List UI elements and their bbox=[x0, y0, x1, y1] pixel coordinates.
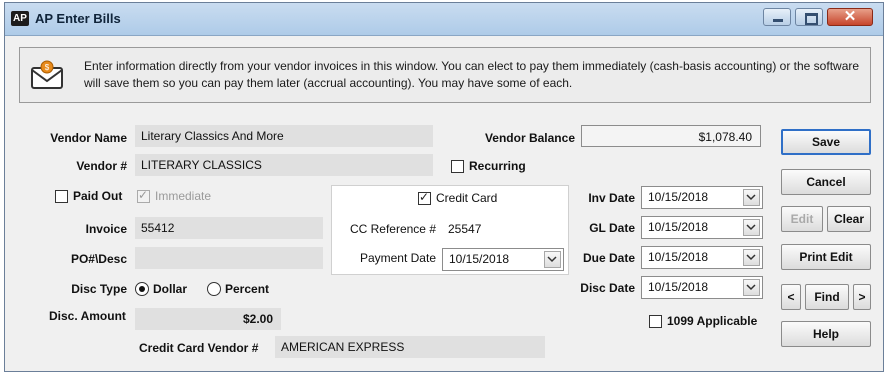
inv-date-value: 10/15/2018 bbox=[648, 190, 709, 204]
inv-date-dropdown[interactable] bbox=[743, 189, 760, 206]
vendor-balance-label: Vendor Balance bbox=[484, 131, 575, 145]
find-button[interactable]: Find bbox=[805, 284, 849, 310]
cc-reference-field[interactable]: 25547 bbox=[442, 218, 564, 240]
invoice-label: Invoice bbox=[85, 222, 127, 236]
po-desc-label: PO#\Desc bbox=[70, 252, 127, 266]
1099-applicable-label: 1099 Applicable bbox=[667, 314, 758, 328]
save-button[interactable]: Save bbox=[781, 129, 871, 155]
chevron-down-icon bbox=[746, 254, 756, 261]
disc-amount-field[interactable]: $2.00 bbox=[135, 308, 281, 330]
disc-type-dollar-label: Dollar bbox=[153, 282, 188, 296]
info-message: Enter information directly from your ven… bbox=[84, 59, 860, 90]
checkmark-icon: ✓ bbox=[419, 190, 430, 204]
payment-date-value: 10/15/2018 bbox=[449, 252, 510, 266]
disc-date-dropdown[interactable] bbox=[743, 279, 760, 296]
due-date-value: 10/15/2018 bbox=[648, 250, 709, 264]
immediate-label: Immediate bbox=[155, 189, 212, 203]
chevron-down-icon bbox=[547, 256, 557, 263]
credit-card-checkbox[interactable]: ✓ bbox=[418, 190, 431, 205]
window-title: AP Enter Bills bbox=[35, 11, 121, 26]
payment-date-dropdown[interactable] bbox=[544, 251, 561, 268]
disc-date-label: Disc Date bbox=[580, 281, 635, 295]
credit-card-panel: ✓ Credit Card CC Reference # 25547 Payme… bbox=[331, 185, 569, 275]
vendor-number-field[interactable]: LITERARY CLASSICS bbox=[135, 154, 433, 176]
edit-button[interactable]: Edit bbox=[781, 206, 823, 232]
chevron-down-icon bbox=[746, 194, 756, 201]
cc-reference-label: CC Reference # bbox=[349, 222, 436, 236]
info-panel: $ Enter information directly from your v… bbox=[19, 47, 871, 103]
disc-date-field[interactable]: 10/15/2018 bbox=[641, 276, 763, 299]
help-button[interactable]: Help bbox=[781, 321, 871, 347]
due-date-label: Due Date bbox=[582, 251, 635, 265]
radio-selected-icon bbox=[139, 286, 145, 292]
clear-button[interactable]: Clear bbox=[827, 206, 871, 232]
print-edit-button[interactable]: Print Edit bbox=[781, 244, 871, 270]
gl-date-value: 10/15/2018 bbox=[648, 220, 709, 234]
gl-date-label: GL Date bbox=[589, 221, 635, 235]
previous-button[interactable]: < bbox=[781, 284, 801, 310]
app-icon: AP bbox=[11, 11, 29, 26]
disc-type-percent-radio[interactable] bbox=[207, 282, 221, 296]
due-date-dropdown[interactable] bbox=[743, 249, 760, 266]
disc-type-dollar-radio[interactable] bbox=[135, 282, 149, 296]
chevron-down-icon bbox=[746, 224, 756, 231]
disc-amount-label: Disc. Amount bbox=[49, 309, 126, 323]
svg-text:$: $ bbox=[45, 63, 50, 72]
payment-date-field[interactable]: 10/15/2018 bbox=[442, 248, 564, 271]
paid-out-label: Paid Out bbox=[73, 189, 123, 203]
credit-card-label: Credit Card bbox=[436, 191, 498, 205]
immediate-checkbox[interactable]: ✓ bbox=[137, 188, 150, 203]
cc-vendor-field[interactable]: AMERICAN EXPRESS bbox=[275, 336, 545, 358]
vendor-name-field[interactable]: Literary Classics And More bbox=[135, 125, 433, 147]
ap-enter-bills-window: AP AP Enter Bills ✕ $ Enter information … bbox=[4, 2, 884, 372]
cancel-button[interactable]: Cancel bbox=[781, 169, 871, 195]
mail-icon: $ bbox=[31, 60, 63, 89]
paid-out-checkbox[interactable] bbox=[55, 190, 68, 203]
due-date-field[interactable]: 10/15/2018 bbox=[641, 246, 763, 269]
payment-date-label: Payment Date bbox=[359, 251, 436, 265]
close-button[interactable]: ✕ bbox=[827, 8, 873, 26]
disc-type-label: Disc Type bbox=[71, 282, 127, 296]
vendor-name-label: Vendor Name bbox=[50, 131, 127, 145]
vendor-balance-field: $1,078.40 bbox=[581, 125, 761, 147]
minimize-button[interactable] bbox=[763, 8, 791, 26]
minimize-icon bbox=[773, 19, 783, 22]
gl-date-field[interactable]: 10/15/2018 bbox=[641, 216, 763, 239]
checkmark-icon: ✓ bbox=[138, 188, 149, 202]
disc-type-percent-label: Percent bbox=[225, 282, 270, 296]
vendor-number-label: Vendor # bbox=[76, 159, 127, 173]
maximize-icon bbox=[805, 13, 818, 25]
next-button[interactable]: > bbox=[853, 284, 871, 310]
recurring-checkbox[interactable] bbox=[451, 160, 464, 173]
inv-date-label: Inv Date bbox=[588, 191, 635, 205]
cc-vendor-label: Credit Card Vendor # bbox=[139, 341, 259, 355]
recurring-label: Recurring bbox=[469, 159, 526, 173]
chevron-down-icon bbox=[746, 284, 756, 291]
close-icon: ✕ bbox=[843, 8, 857, 25]
disc-date-value: 10/15/2018 bbox=[648, 280, 709, 294]
gl-date-dropdown[interactable] bbox=[743, 219, 760, 236]
invoice-field[interactable]: 55412 bbox=[135, 217, 323, 239]
1099-applicable-checkbox[interactable] bbox=[649, 315, 662, 328]
maximize-button[interactable] bbox=[795, 8, 823, 26]
inv-date-field[interactable]: 10/15/2018 bbox=[641, 186, 763, 209]
title-bar: AP AP Enter Bills ✕ bbox=[5, 3, 883, 36]
po-desc-field[interactable] bbox=[135, 247, 323, 269]
